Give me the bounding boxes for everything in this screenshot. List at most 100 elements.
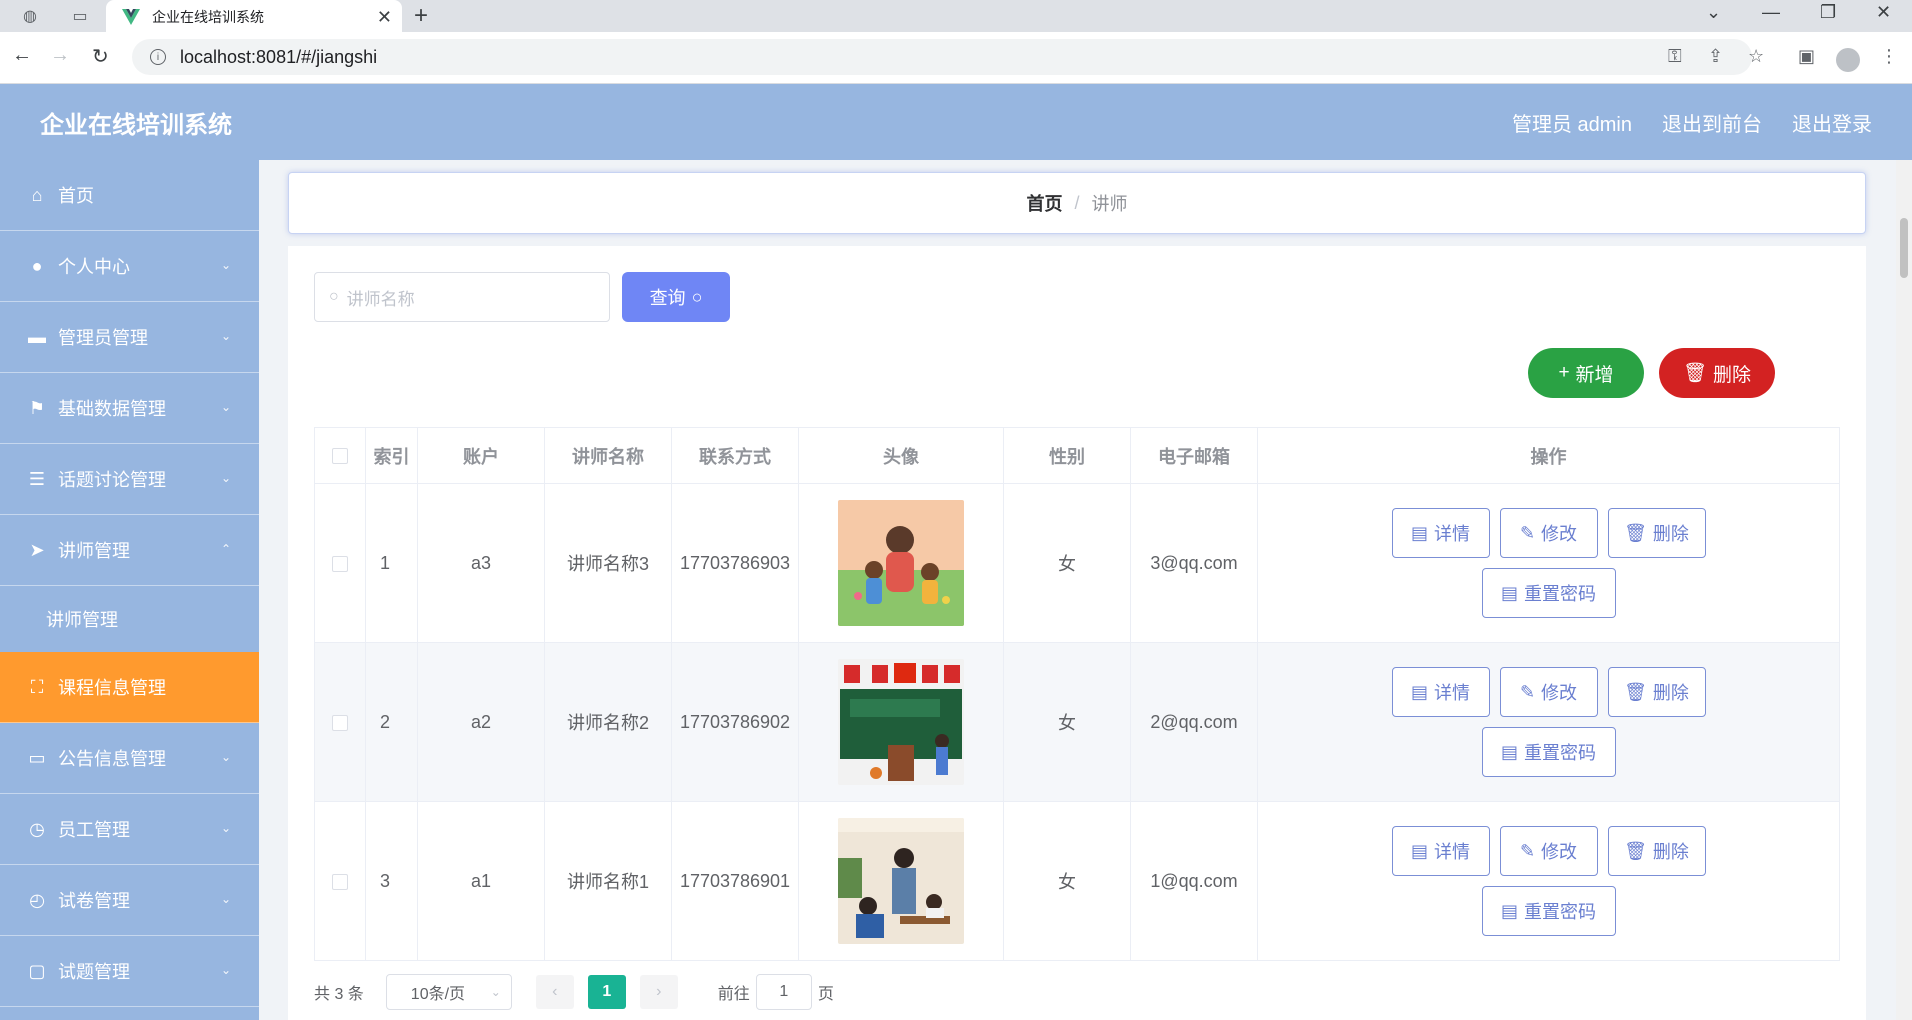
goto-page-input[interactable]: 1 [755, 974, 812, 1010]
logout-link[interactable]: 退出登录 [1792, 108, 1872, 137]
sidebar-item-admin-management[interactable]: ▬ 管理员管理 ⌄ [0, 302, 259, 373]
lecturer-name-search-input[interactable]: ○ 讲师名称 [314, 272, 610, 322]
page-size-select[interactable]: 10条/页 ⌄ [385, 974, 512, 1010]
detail-button[interactable]: ▤ 详情 [1391, 667, 1490, 717]
vue-logo-icon [122, 9, 140, 25]
sidebar-item-questions[interactable]: ▢ 试题管理 ⌄ [0, 936, 259, 1007]
row-select-cell[interactable] [314, 483, 366, 643]
next-page-button[interactable]: › [639, 975, 678, 1009]
reset-password-button[interactable]: ▤ 重置密码 [1481, 568, 1616, 618]
breadcrumb-separator: / [1074, 192, 1080, 213]
briefcase-icon: ▬ [28, 326, 46, 347]
forward-icon[interactable]: → [50, 44, 70, 67]
url-field[interactable]: i localhost:8081/#/jiangshi [132, 39, 1752, 75]
page-number-current[interactable]: 1 [587, 975, 626, 1009]
detail-button[interactable]: ▤ 详情 [1391, 826, 1490, 876]
edit-button[interactable]: ✎ 修改 [1499, 826, 1598, 876]
globe-icon[interactable]: ◍ [10, 0, 50, 32]
lecturer-avatar-image[interactable] [838, 818, 964, 944]
document-icon: ▤ [1500, 900, 1518, 921]
page-scrollbar[interactable] [1896, 160, 1912, 1020]
sidebar-item-announcement[interactable]: ▭ 公告信息管理 ⌄ [0, 723, 259, 794]
column-header: 头像 [798, 427, 1004, 484]
row-checkbox[interactable] [332, 873, 348, 890]
row-select-cell[interactable] [314, 642, 366, 802]
breadcrumb-home[interactable]: 首页 [1026, 190, 1062, 216]
back-icon[interactable]: ← [12, 44, 32, 67]
sidebar-item-label: 讲师管理 [58, 541, 130, 561]
trash-icon: 🗑 [1682, 363, 1708, 384]
row-select-cell[interactable] [314, 801, 366, 961]
sidebar-subitem-lecturer-management[interactable]: 讲师管理 [0, 586, 259, 652]
exit-to-front-link[interactable]: 退出到前台 [1662, 108, 1762, 137]
reset-password-button[interactable]: ▤ 重置密码 [1481, 727, 1616, 777]
phone-cell: 17703786902 [671, 642, 799, 802]
profile-avatar-icon[interactable] [1836, 48, 1860, 72]
search-icon: ○ [329, 288, 339, 305]
column-header: 讲师名称 [544, 427, 672, 484]
phone-cell: 17703786901 [671, 801, 799, 961]
bookmark-star-icon[interactable]: ☆ [1748, 46, 1764, 67]
more-menu-icon[interactable]: ⋮ [1880, 46, 1898, 67]
column-header: 电子邮箱 [1130, 427, 1258, 484]
browser-tab-active[interactable]: 企业在线培训系统 ✕ [106, 0, 402, 34]
add-label: 新增 [1575, 364, 1614, 386]
total-count: 共 3 条 [314, 986, 364, 1003]
select-all-cell[interactable] [314, 427, 366, 484]
restore-icon[interactable]: ❐ [1820, 2, 1836, 23]
avatar-cell [798, 483, 1004, 643]
index-cell: 1 [365, 483, 418, 643]
home-icon: ⌂ [31, 184, 43, 205]
new-tab-icon[interactable]: + [414, 2, 428, 30]
share-icon[interactable]: ⇪ [1708, 46, 1723, 67]
delete-button[interactable]: 🗑 删除 [1607, 667, 1706, 717]
reset-label: 重置密码 [1524, 743, 1596, 763]
close-tab-icon[interactable]: ✕ [377, 7, 392, 28]
site-info-icon[interactable]: i [150, 49, 166, 65]
delete-button[interactable]: 🗑 删除 [1607, 826, 1706, 876]
sidebar-item-label: 话题讨论管理 [58, 470, 166, 490]
row-checkbox[interactable] [332, 555, 348, 572]
sidebar-item-exam-paper[interactable]: ◴ 试卷管理 ⌄ [0, 865, 259, 936]
sidebar-item-label: 基础数据管理 [58, 399, 166, 419]
close-window-icon[interactable]: ✕ [1876, 2, 1891, 23]
tab-search-icon[interactable]: ⌄ [1706, 2, 1721, 23]
edit-button[interactable]: ✎ 修改 [1499, 508, 1598, 558]
sidebar-item-label: 首页 [58, 186, 94, 206]
browser-tab-bar: ◍ ▭ 企业在线培训系统 ✕ + ⌄ — ❐ ✕ [0, 0, 1912, 34]
add-button[interactable]: + 新增 [1528, 348, 1644, 398]
sidebar-panel-icon[interactable]: ▣ [1798, 46, 1815, 67]
chevron-down-icon: ⌄ [220, 400, 231, 414]
prev-page-button[interactable]: ‹ [535, 975, 574, 1009]
query-button[interactable]: 查询 ○ [622, 272, 730, 322]
row-checkbox[interactable] [332, 714, 348, 731]
trash-icon: 🗑 [1624, 681, 1647, 702]
sidebar-item-home[interactable]: ⌂ 首页 [0, 160, 259, 231]
avatar-cell [798, 801, 1004, 961]
account-cell: a1 [417, 801, 545, 961]
chevron-right-icon: › [656, 983, 662, 1000]
blank-tab-icon[interactable]: ▭ [60, 0, 100, 32]
lecturer-avatar-image[interactable] [838, 500, 964, 626]
sidebar-item-personal-center[interactable]: ● 个人中心 ⌄ [0, 231, 259, 302]
batch-delete-button[interactable]: 🗑 删除 [1659, 348, 1775, 398]
pencil-icon: ✎ [1519, 522, 1536, 543]
reset-password-button[interactable]: ▤ 重置密码 [1481, 886, 1616, 936]
key-icon[interactable]: ⚿ [1668, 46, 1682, 67]
document-icon: ▤ [1410, 522, 1428, 543]
scrollbar-thumb[interactable] [1900, 218, 1908, 278]
select-all-checkbox[interactable] [332, 448, 348, 465]
sidebar-item-lecturer-management[interactable]: ➤ 讲师管理 ⌃ [0, 515, 259, 586]
sidebar-item-basic-data[interactable]: ⚑ 基础数据管理 ⌄ [0, 373, 259, 444]
lecturer-avatar-image[interactable] [838, 659, 964, 785]
sidebar-item-employee[interactable]: ◷ 员工管理 ⌄ [0, 794, 259, 865]
sidebar-item-course-info[interactable]: ⛶ 课程信息管理 [0, 652, 259, 723]
reload-icon[interactable]: ↻ [92, 44, 109, 69]
monitor-icon: ▭ [28, 747, 46, 768]
search-icon: ○ [691, 286, 703, 307]
edit-button[interactable]: ✎ 修改 [1499, 667, 1598, 717]
detail-button[interactable]: ▤ 详情 [1391, 508, 1490, 558]
minimize-icon[interactable]: — [1762, 2, 1780, 23]
sidebar-item-topic-discussion[interactable]: ☰ 话题讨论管理 ⌄ [0, 444, 259, 515]
delete-button[interactable]: 🗑 删除 [1607, 508, 1706, 558]
